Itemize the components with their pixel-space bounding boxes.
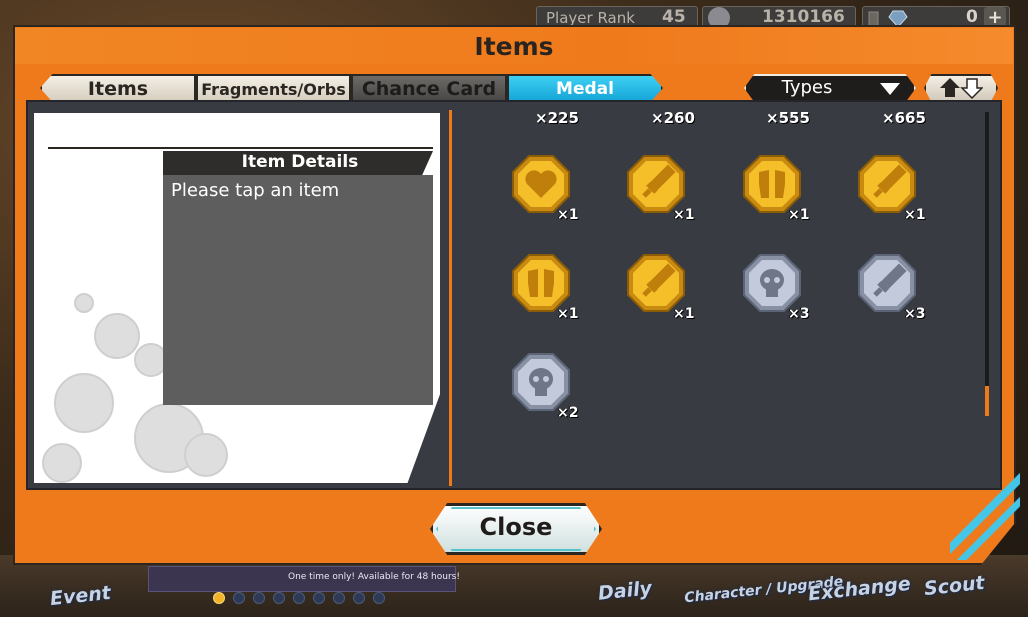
scrollbar-thumb[interactable] xyxy=(985,386,989,416)
decorative-coin xyxy=(74,293,94,313)
page-dot xyxy=(353,592,365,604)
item-details-title: Item Details xyxy=(241,152,359,172)
detail-divider xyxy=(48,147,433,149)
item-count: ×1 xyxy=(673,306,695,322)
armor-medal-icon[interactable] xyxy=(511,253,571,313)
tab-fragments-orbs[interactable]: Fragments/Orbs xyxy=(196,74,351,102)
item-count: ×1 xyxy=(904,207,926,223)
page-dot xyxy=(313,592,325,604)
close-button-label: Close xyxy=(479,513,553,541)
item-count: ×1 xyxy=(557,207,579,223)
types-filter-label: Types xyxy=(781,77,833,98)
sword-medal-icon[interactable] xyxy=(857,154,917,214)
skull-medal-icon[interactable] xyxy=(511,352,571,412)
modal-title: Items xyxy=(474,32,554,61)
item-count: ×665 xyxy=(882,109,926,127)
item-count: ×3 xyxy=(904,306,926,322)
decorative-coin xyxy=(184,433,228,477)
item-details-body xyxy=(163,175,433,405)
item-details-placeholder: Please tap an item xyxy=(171,180,340,201)
item-count: ×225 xyxy=(535,109,579,127)
coin-value: 1310166 xyxy=(762,7,845,27)
skull-medal-icon[interactable] xyxy=(742,253,802,313)
item-count: ×1 xyxy=(673,207,695,223)
panel-divider xyxy=(449,110,452,486)
scrollbar-track[interactable] xyxy=(985,112,989,416)
heart-medal-icon[interactable] xyxy=(511,154,571,214)
sword-medal-icon[interactable] xyxy=(626,253,686,313)
item-count: ×260 xyxy=(651,109,695,127)
promo-banner-text: One time only! Available for 48 hours! xyxy=(288,572,460,582)
decorative-coin xyxy=(94,313,140,359)
item-count: ×3 xyxy=(788,306,810,322)
chevron-down-icon xyxy=(880,83,900,95)
player-rank-label: Player Rank xyxy=(546,9,635,27)
page-dot xyxy=(333,592,345,604)
player-rank-value: 45 xyxy=(662,7,686,27)
decorative-coin xyxy=(42,443,82,483)
item-count: ×1 xyxy=(788,207,810,223)
page-dot xyxy=(253,592,265,604)
page-dot xyxy=(273,592,285,604)
tab-items[interactable]: Items xyxy=(40,74,196,102)
page-dot xyxy=(373,592,385,604)
item-count: ×2 xyxy=(557,405,579,421)
armor-medal-icon[interactable] xyxy=(742,154,802,214)
item-count: ×1 xyxy=(557,306,579,322)
page-dot xyxy=(213,592,225,604)
item-count: ×555 xyxy=(766,109,810,127)
page-dot xyxy=(293,592,305,604)
tab-chance-card[interactable]: Chance Card xyxy=(351,74,507,102)
sword-medal-icon[interactable] xyxy=(626,154,686,214)
gem-value: 0 xyxy=(966,7,978,27)
page-dot xyxy=(233,592,245,604)
sword-medal-icon[interactable] xyxy=(857,253,917,313)
decorative-coin xyxy=(54,373,114,433)
tab-medal-materials[interactable]: Medal Materials xyxy=(507,74,663,102)
